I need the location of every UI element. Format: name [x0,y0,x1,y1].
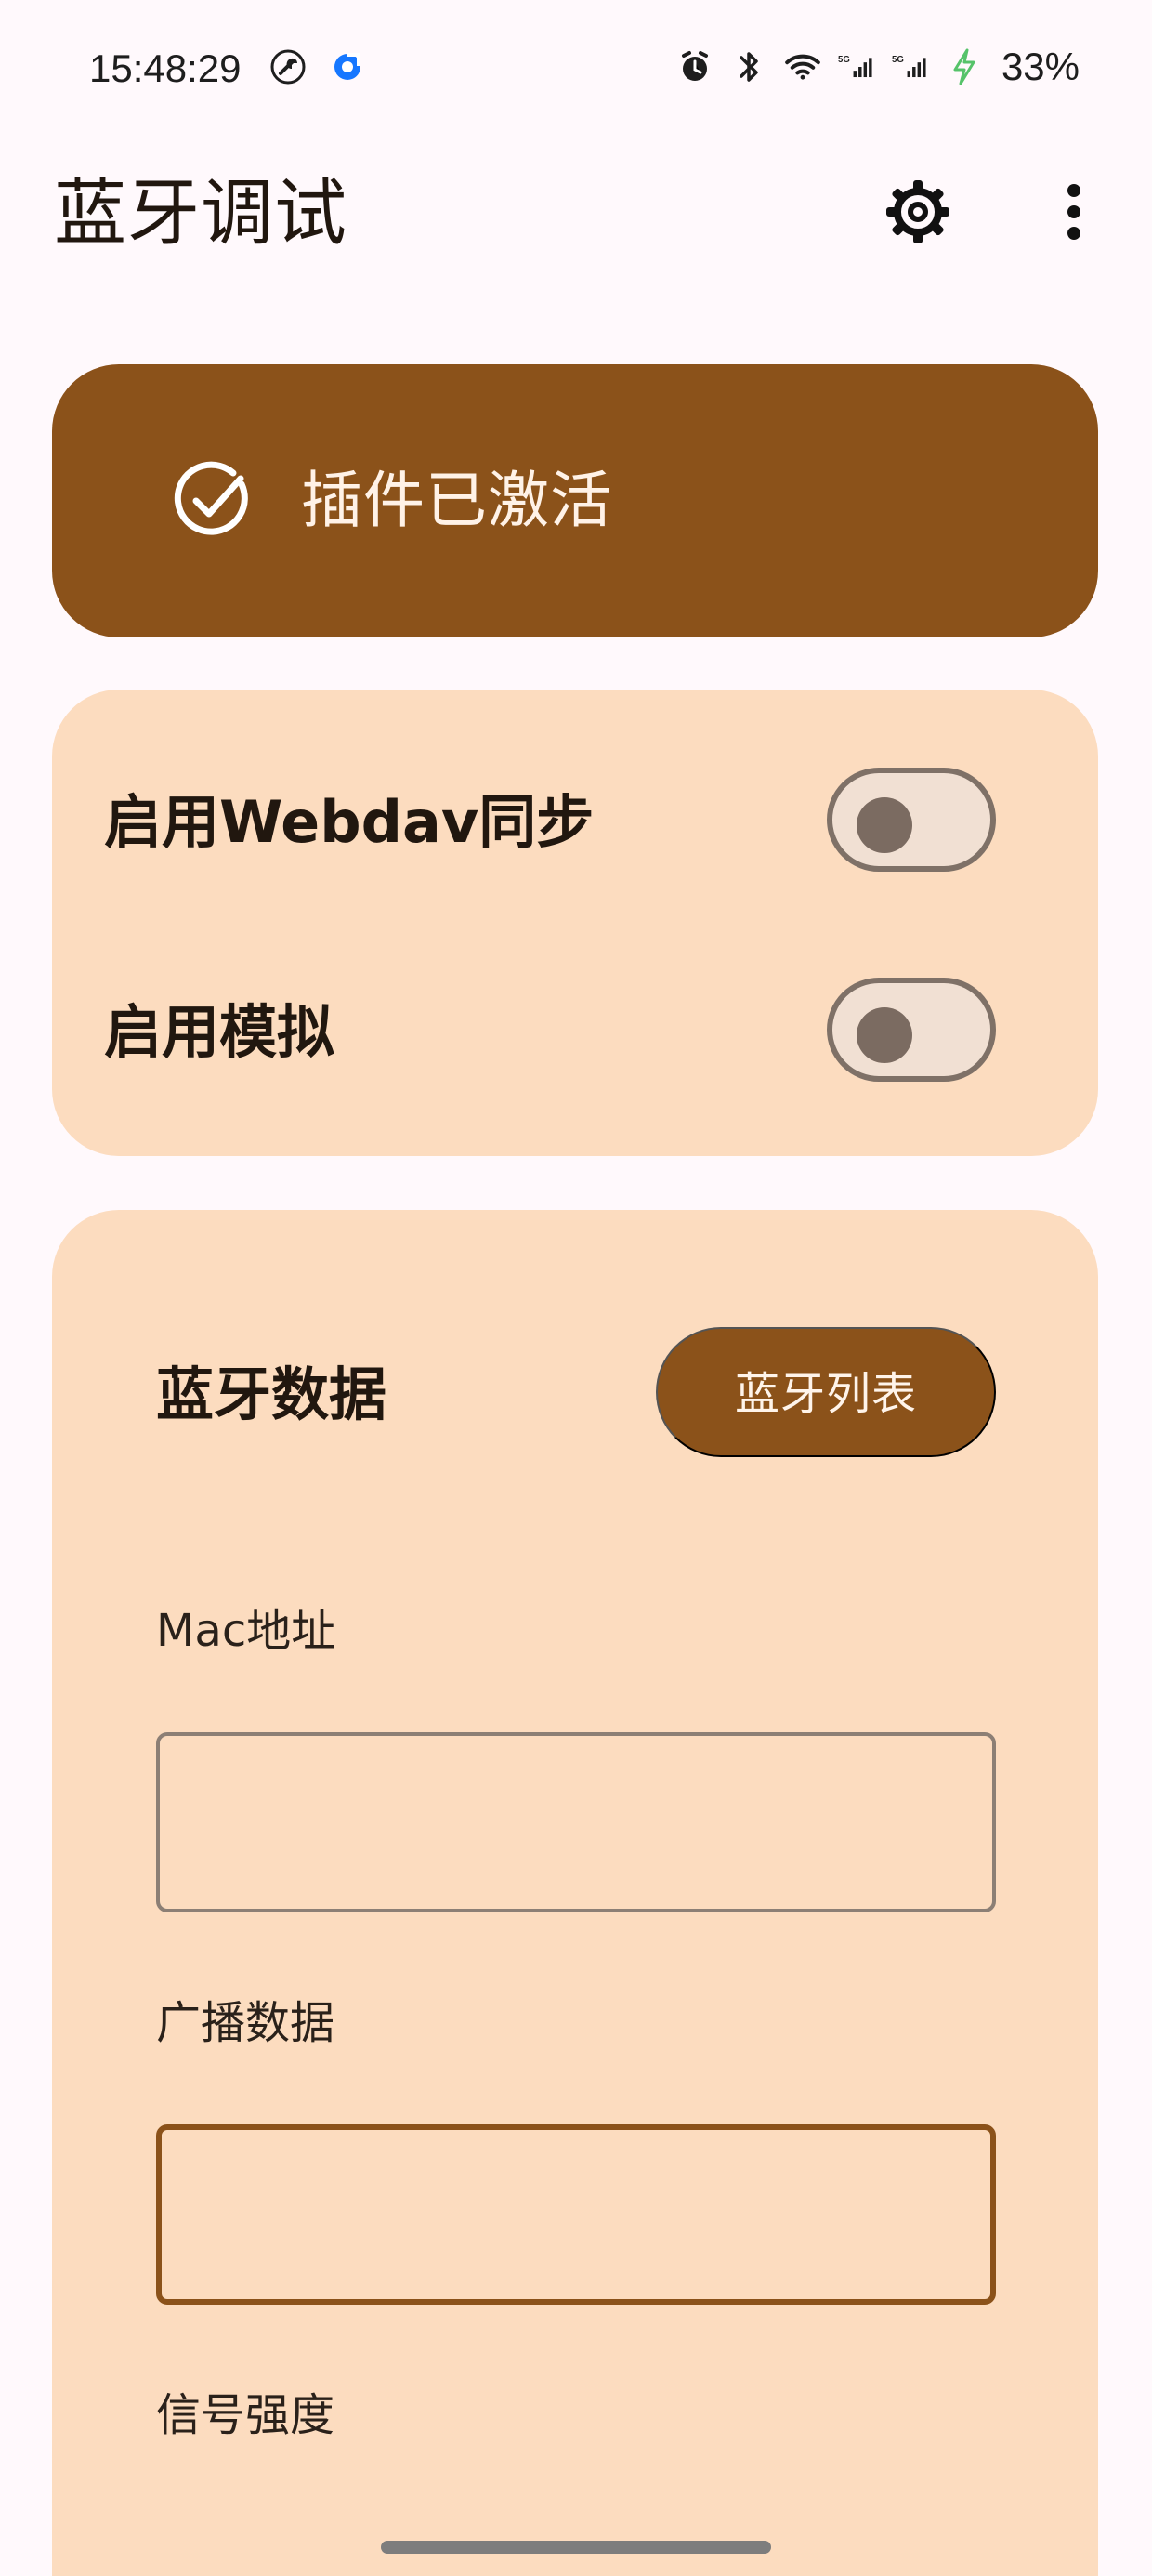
switch-thumb [857,1007,912,1063]
svg-text:5G: 5G [892,55,904,65]
charging-icon [946,48,983,85]
signal-strength-label: 信号强度 [156,2389,335,2441]
simulation-row[interactable]: 启用模拟 [104,974,996,1085]
status-left-icons [269,48,366,85]
blue-circle-icon [329,48,366,85]
status-bar: 15:48:29 5G 5G 33% [0,0,1152,139]
wrench-icon [269,48,307,85]
signal-5g-icon: 5G [838,48,875,85]
gear-icon [883,177,953,251]
bluetooth-debug-screen: 15:48:29 5G 5G 33% 蓝牙调试 插件已激活 启用Webdav同步… [0,0,1152,2576]
gesture-navigation-handle[interactable] [381,2541,771,2554]
mac-address-input[interactable] [156,1732,996,1912]
wifi-icon [784,48,821,85]
check-circle-icon [164,452,262,550]
more-options-button[interactable] [1029,169,1119,258]
alarm-icon [676,48,713,85]
plugin-status-text: 插件已激活 [301,465,612,536]
switch-thumb [857,797,912,853]
status-right-icons: 5G 5G 33% [676,43,1080,91]
advertising-data-input[interactable] [156,2124,996,2305]
signal-5g-icon: 5G [892,48,929,85]
simulation-switch[interactable] [827,978,996,1082]
more-vert-icon [1061,177,1087,251]
webdav-sync-switch[interactable] [827,768,996,872]
top-app-bar: 蓝牙调试 [0,139,1152,288]
webdav-sync-label: 启用Webdav同步 [104,788,595,856]
sync-settings-card [52,690,1098,1156]
battery-percentage: 33% [1001,45,1080,88]
bluetooth-icon [730,48,767,85]
webdav-sync-row[interactable]: 启用Webdav同步 [104,764,996,875]
settings-button[interactable] [873,169,962,258]
status-time: 15:48:29 [89,46,242,90]
mac-address-label: Mac地址 [156,1605,336,1657]
bluetooth-list-button[interactable]: 蓝牙列表 [656,1327,996,1457]
bluetooth-data-title: 蓝牙数据 [156,1360,387,1428]
advertising-data-label: 广播数据 [156,1997,335,2049]
page-title: 蓝牙调试 [54,172,348,256]
plugin-status-card: 插件已激活 [52,364,1098,637]
svg-text:5G: 5G [838,55,850,65]
simulation-label: 启用模拟 [104,998,335,1066]
